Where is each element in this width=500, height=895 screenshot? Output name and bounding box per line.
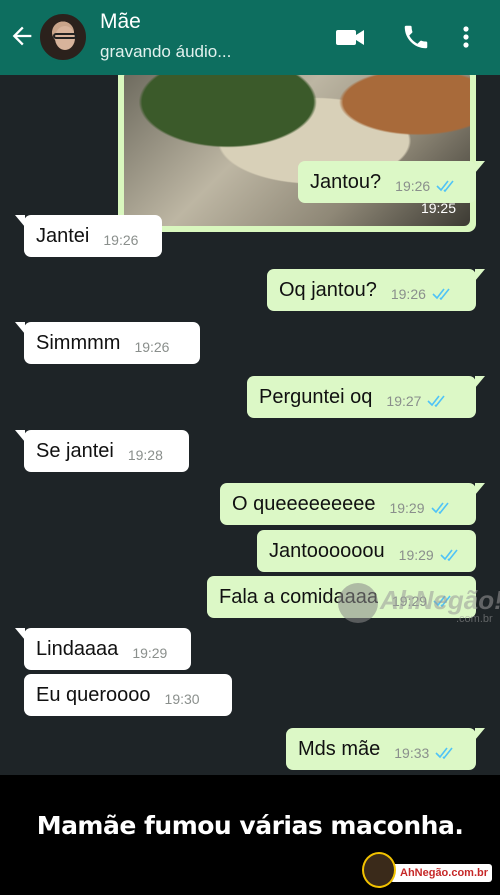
outgoing-message[interactable]: Perguntei oq 19:27: [247, 376, 485, 418]
message-time: 19:26: [134, 339, 170, 355]
outgoing-message[interactable]: Jantou? 19:26: [298, 161, 485, 203]
back-arrow-icon[interactable]: [8, 22, 36, 50]
contact-status: gravando áudio...: [100, 42, 232, 61]
watermark-text: AhNegão!: [380, 585, 500, 615]
message-time: 19:29: [398, 547, 434, 563]
message-time: 19:27: [386, 393, 422, 409]
outgoing-message[interactable]: Jantoooooou 19:29: [257, 530, 476, 572]
watermark-sub: .com.br: [456, 613, 493, 625]
read-ticks-icon: [436, 180, 454, 192]
read-ticks-icon: [435, 747, 453, 759]
image-message[interactable]: 19:25: [118, 75, 476, 232]
outgoing-message[interactable]: O queeeeeeeee 19:29: [220, 483, 485, 525]
message-time: 19:28: [127, 447, 163, 463]
message-time: 19:30: [164, 691, 200, 707]
mascot-icon: [362, 852, 396, 888]
message-text: Perguntei oq: [259, 385, 373, 408]
message-time: 19:33: [394, 745, 430, 761]
meme-caption: Mamãe fumou várias maconha.: [36, 811, 464, 840]
message-time: 19:26: [395, 178, 431, 194]
chat-area[interactable]: 19:25 Jantou? 19:26 Jantei 19:26 Oq jant…: [0, 75, 500, 775]
message-text: Jantoooooou: [269, 539, 385, 562]
message-time: 19:26: [390, 286, 426, 302]
message-time: 19:29: [389, 500, 425, 516]
message-time: 19:26: [103, 232, 139, 248]
read-ticks-icon: [432, 288, 450, 300]
incoming-message[interactable]: Lindaaaa 19:29: [15, 628, 191, 670]
brand-text: AhNegão.com.br: [390, 864, 493, 882]
brand-badge: AhNegão.com.br: [362, 852, 500, 894]
message-text: O queeeeeeeee: [232, 492, 376, 515]
meme-caption-area: Mamãe fumou várias maconha. AhNegão.com.…: [0, 775, 500, 895]
incoming-message[interactable]: Se jantei 19:28: [15, 430, 189, 472]
watermark-logo-icon: [338, 583, 378, 623]
message-text: Oq jantou?: [279, 278, 377, 301]
message-text: Simmmm: [36, 331, 121, 354]
message-text: Jantou?: [310, 170, 382, 193]
more-vert-icon[interactable]: [456, 22, 476, 52]
message-text: Eu queroooo: [36, 683, 151, 706]
message-time: 19:29: [132, 645, 168, 661]
message-text: Jantei: [36, 224, 90, 247]
contact-name[interactable]: Mãe: [100, 10, 141, 34]
read-ticks-icon: [440, 549, 458, 561]
message-text: Se jantei: [36, 439, 114, 462]
phone-icon[interactable]: [400, 22, 432, 52]
outgoing-message[interactable]: Oq jantou? 19:26: [267, 269, 485, 311]
message-text: Lindaaaa: [36, 637, 119, 660]
outgoing-message[interactable]: Mds mãe 19:33: [286, 728, 485, 770]
incoming-message[interactable]: Eu queroooo 19:30: [24, 674, 232, 716]
read-ticks-icon: [427, 395, 446, 407]
incoming-message[interactable]: Jantei 19:26: [15, 215, 162, 257]
read-ticks-icon: [430, 502, 449, 514]
video-call-icon[interactable]: [334, 22, 366, 52]
avatar[interactable]: [38, 12, 88, 62]
watermark: AhNegão! .com.br: [338, 575, 500, 635]
incoming-message[interactable]: Simmmm 19:26: [15, 322, 200, 364]
food-photo[interactable]: 19:25: [124, 75, 470, 226]
chat-header: Mãe gravando áudio...: [0, 0, 500, 75]
message-text: Mds mãe: [298, 737, 381, 760]
